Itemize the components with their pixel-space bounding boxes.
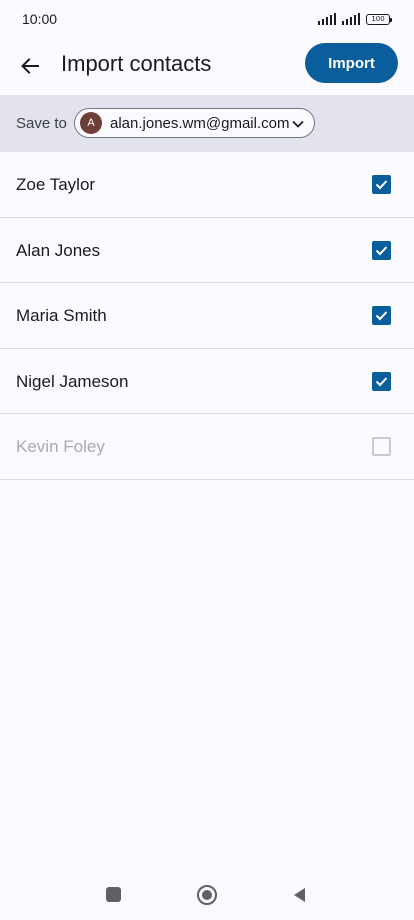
contact-name: Zoe Taylor: [16, 175, 96, 194]
back-button[interactable]: [12, 48, 48, 84]
check-icon: [375, 311, 388, 321]
save-to-row: Save to A alan.jones.wm@gmail.com: [0, 95, 414, 152]
back-triangle-icon[interactable]: [292, 887, 306, 903]
signal-icon: [318, 13, 336, 25]
status-icons: 100: [318, 13, 392, 25]
battery-icon: 100: [366, 13, 392, 25]
contact-row-nigel-jameson[interactable]: Nigel Jameson: [0, 349, 414, 414]
check-icon: [375, 180, 388, 190]
account-email: alan.jones.wm@gmail.com: [110, 115, 290, 132]
contact-checkbox[interactable]: [372, 306, 391, 325]
contact-name: Nigel Jameson: [16, 371, 129, 391]
account-selector[interactable]: A alan.jones.wm@gmail.com: [74, 108, 315, 138]
signal-icon: [342, 13, 360, 25]
contact-list: Zoe Taylor Alan Jones Maria Smith Nigel …: [0, 152, 414, 480]
top-app-bar: Import contacts Import: [0, 38, 414, 94]
status-time: 10:00: [22, 11, 58, 27]
contact-checkbox: [372, 437, 391, 456]
avatar: A: [80, 112, 102, 134]
contact-name: Maria Smith: [16, 306, 107, 325]
contact-checkbox[interactable]: [372, 240, 391, 260]
system-nav-bar: [0, 870, 414, 920]
contact-row-kevin-foley: Kevin Foley: [0, 414, 414, 480]
check-icon: [375, 376, 388, 386]
contact-row-maria-smith[interactable]: Maria Smith: [0, 283, 414, 349]
status-bar: 10:00 100: [0, 0, 414, 38]
save-to-label: Save to: [16, 115, 67, 132]
chevron-down-icon: [292, 120, 304, 128]
contact-row-zoe-taylor[interactable]: Zoe Taylor: [0, 152, 414, 218]
home-circle-icon[interactable]: [197, 885, 217, 905]
contact-name: Alan Jones: [16, 240, 101, 260]
arrow-left-icon: [21, 58, 39, 74]
recents-square-icon[interactable]: [106, 887, 121, 902]
import-button[interactable]: Import: [305, 43, 398, 83]
contact-row-alan-jones[interactable]: Alan Jones: [0, 218, 414, 283]
battery-level: 100: [371, 14, 385, 23]
page-title: Import contacts: [61, 51, 212, 76]
contact-name: Kevin Foley: [16, 437, 105, 456]
check-icon: [375, 245, 388, 255]
avatar-letter: A: [87, 117, 95, 129]
contact-checkbox[interactable]: [372, 175, 391, 194]
contact-checkbox[interactable]: [372, 371, 391, 391]
